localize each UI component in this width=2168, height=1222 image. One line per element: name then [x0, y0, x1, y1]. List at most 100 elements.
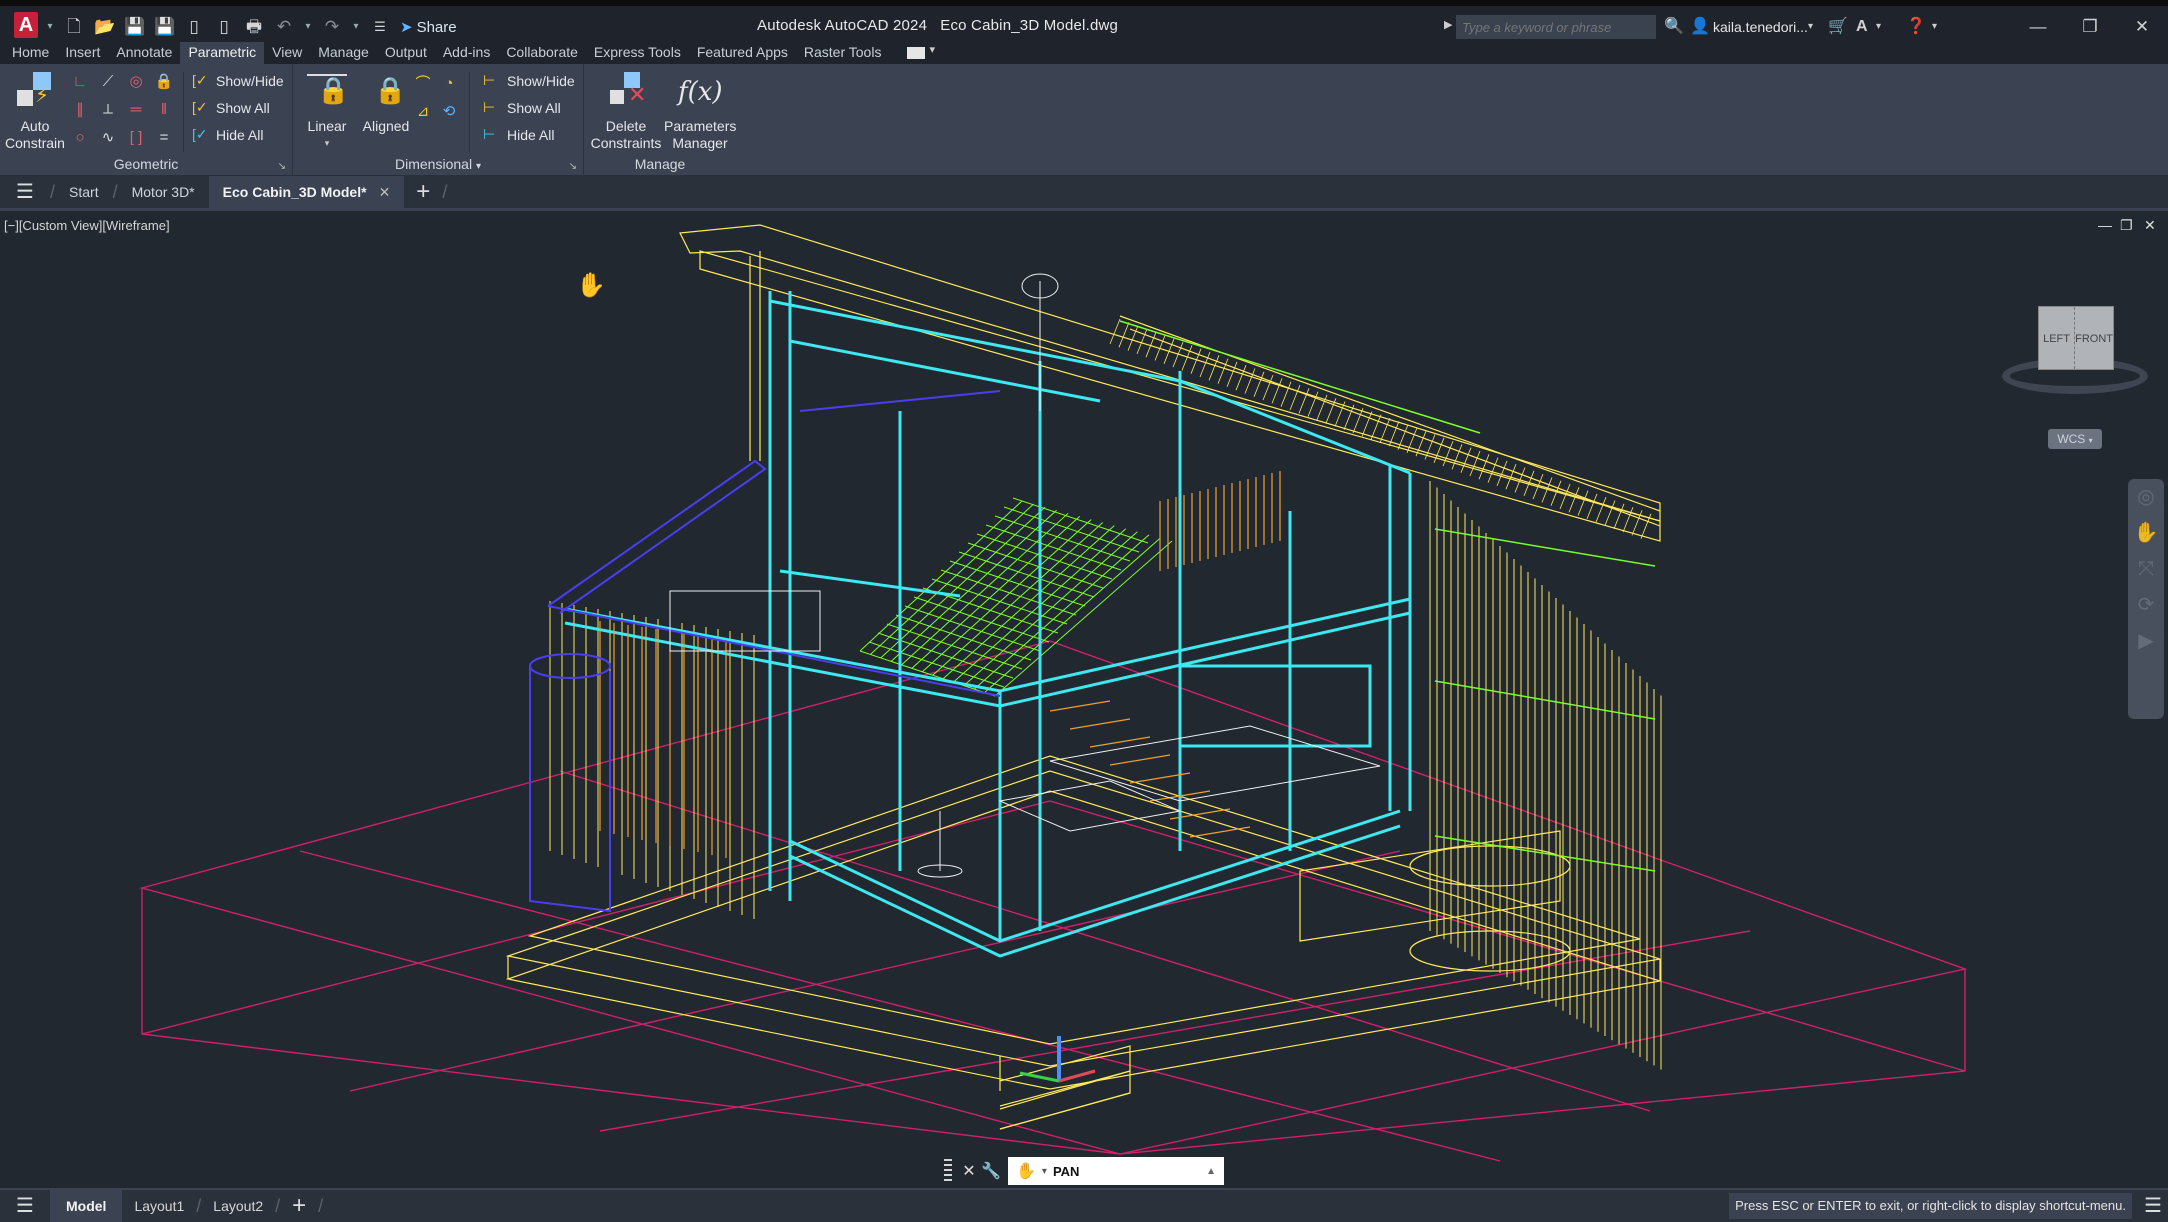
- new-layout-button[interactable]: +: [280, 1192, 318, 1220]
- user-dropdown-icon[interactable]: ▾: [1808, 15, 1813, 39]
- close-tab-icon[interactable]: ✕: [379, 184, 391, 200]
- command-line-close-icon[interactable]: ✕: [958, 1161, 980, 1181]
- radial-constraint-icon[interactable]: ◔: [439, 74, 459, 94]
- parameters-manager-button[interactable]: f(x) Parameters Manager: [664, 70, 736, 152]
- layout-tab-layout1[interactable]: Layout1: [122, 1190, 196, 1222]
- vertical-icon[interactable]: ‖: [154, 100, 174, 120]
- viewcube-left-face[interactable]: LEFT: [2039, 307, 2076, 369]
- file-tab-start[interactable]: Start: [55, 176, 113, 208]
- viewport-restore-icon[interactable]: ❐: [2120, 217, 2133, 234]
- search-expand-icon[interactable]: ▶: [1444, 18, 1452, 31]
- tab-insert[interactable]: Insert: [57, 42, 108, 64]
- save-icon[interactable]: 💾: [124, 17, 145, 37]
- new-icon[interactable]: 🗋: [64, 17, 84, 37]
- tab-raster-tools[interactable]: Raster Tools: [796, 42, 890, 64]
- plot-icon[interactable]: 🖶: [244, 17, 264, 37]
- tangent-icon[interactable]: ○: [70, 128, 90, 148]
- search-icon[interactable]: 🔍: [1664, 15, 1684, 39]
- linear-button[interactable]: 🔒 Linear ▾: [305, 70, 349, 152]
- perpendicular-icon[interactable]: ⟂: [98, 100, 118, 120]
- panel-title-dimensional[interactable]: Dimensional ▾: [293, 156, 583, 172]
- parallel-icon[interactable]: ∥: [70, 100, 90, 120]
- customize-qat-icon[interactable]: ☰: [370, 17, 390, 37]
- orbit-icon[interactable]: ⟳: [2128, 587, 2164, 623]
- angular-constraint-icon[interactable]: ⌒: [413, 74, 433, 94]
- command-line-grip[interactable]: [944, 1159, 952, 1183]
- cart-icon[interactable]: 🛒: [1828, 15, 1848, 39]
- command-input[interactable]: ✋ ▾ PAN ▲: [1008, 1157, 1224, 1185]
- viewport-close-icon[interactable]: ✕: [2144, 217, 2156, 234]
- dimensional-dialog-launcher-icon[interactable]: ↘: [569, 161, 577, 172]
- layout-tab-layout2[interactable]: Layout2: [201, 1190, 275, 1222]
- tab-parametric[interactable]: Parametric: [180, 42, 265, 64]
- command-history-icon[interactable]: ▲: [1206, 1166, 1216, 1177]
- file-tab-motor-3d[interactable]: Motor 3D*: [118, 176, 209, 208]
- geometric-dialog-launcher-icon[interactable]: ↘: [278, 161, 286, 172]
- help-icon[interactable]: ❓: [1906, 15, 1926, 39]
- help-dropdown-icon[interactable]: ▾: [1932, 15, 1937, 39]
- tab-collaborate[interactable]: Collaborate: [498, 42, 586, 64]
- tab-featured-apps[interactable]: Featured Apps: [689, 42, 796, 64]
- undo-icon[interactable]: ↶: [274, 17, 294, 37]
- open-from-mobile-icon[interactable]: ▯: [184, 17, 204, 37]
- viewport-controls-label[interactable]: [−][Custom View][Wireframe]: [4, 218, 170, 233]
- user-name[interactable]: kaila.tenedori...: [1713, 19, 1808, 35]
- tab-express-tools[interactable]: Express Tools: [586, 42, 689, 64]
- viewport-minimize-icon[interactable]: —: [2098, 217, 2112, 233]
- delete-constraints-button[interactable]: ✕ Delete Constraints: [590, 70, 662, 152]
- redo-dropdown-icon[interactable]: ▾: [352, 17, 360, 37]
- tab-annotate[interactable]: Annotate: [108, 42, 180, 64]
- diametric-constraint-icon[interactable]: ⊿: [413, 102, 433, 122]
- tab-output[interactable]: Output: [377, 42, 435, 64]
- status-bar-customize-icon[interactable]: ☰: [2144, 1193, 2162, 1219]
- steering-wheel-icon[interactable]: ◎: [2128, 479, 2164, 515]
- redo-icon[interactable]: ↷: [322, 17, 342, 37]
- layout-tab-model[interactable]: Model: [50, 1190, 123, 1222]
- autodesk-account-icon[interactable]: A: [1856, 15, 1868, 39]
- viewcube-front-face[interactable]: FRONT: [2075, 307, 2113, 369]
- layout-tabs-menu-icon[interactable]: ☰: [0, 1190, 50, 1222]
- restore-button[interactable]: ❐: [2070, 15, 2110, 39]
- auto-constrain-button[interactable]: ⚡ Auto Constrain: [4, 70, 66, 152]
- command-line-customize-icon[interactable]: 🔧: [980, 1161, 1002, 1181]
- showmotion-icon[interactable]: ▶: [2128, 623, 2164, 659]
- viewcube[interactable]: LEFT FRONT: [2000, 296, 2150, 406]
- save-to-mobile-icon[interactable]: ▯: [214, 17, 234, 37]
- geometric-show-all-button[interactable]: [✓ Show All: [192, 97, 270, 119]
- undo-dropdown-icon[interactable]: ▾: [304, 17, 312, 37]
- collinear-icon[interactable]: ⟋: [98, 72, 118, 92]
- linear-dropdown-icon[interactable]: ▾: [305, 135, 349, 152]
- convert-constraint-icon[interactable]: ⟲: [439, 102, 459, 122]
- equal-icon[interactable]: =: [154, 128, 174, 148]
- drawing-viewport[interactable]: [−][Custom View][Wireframe] — ❐ ✕ ✋ LEFT…: [0, 208, 2168, 1185]
- geometric-show-hide-button[interactable]: [✓ Show/Hide: [192, 70, 284, 92]
- fix-icon[interactable]: 🔒: [154, 72, 174, 92]
- tab-view[interactable]: View: [264, 42, 310, 64]
- share-button[interactable]: ➤ Share: [400, 18, 457, 37]
- tab-add-ins[interactable]: Add-ins: [435, 42, 498, 64]
- minimize-button[interactable]: —: [2018, 15, 2058, 39]
- tab-manage[interactable]: Manage: [310, 42, 377, 64]
- recent-commands-dropdown-icon[interactable]: ▾: [1042, 1166, 1047, 1177]
- save-as-icon[interactable]: 💾: [154, 17, 175, 37]
- coincident-icon[interactable]: ∟: [70, 72, 90, 92]
- dimensional-show-all-button[interactable]: ⊢ Show All: [483, 97, 561, 119]
- horizontal-icon[interactable]: ═: [126, 100, 146, 120]
- user-icon[interactable]: 👤: [1690, 15, 1710, 39]
- ribbon-display-toggle[interactable]: [907, 43, 935, 59]
- symmetric-icon[interactable]: [ ]: [126, 128, 146, 148]
- concentric-icon[interactable]: ◎: [126, 72, 146, 92]
- wcs-menu[interactable]: WCS ▾: [2048, 429, 2102, 449]
- account-dropdown-icon[interactable]: ▾: [1876, 15, 1881, 39]
- open-icon[interactable]: 📂: [94, 17, 115, 37]
- app-menu-dropdown-icon[interactable]: ▾: [46, 17, 54, 37]
- file-tabs-menu-icon[interactable]: ☰: [0, 176, 50, 208]
- new-tab-button[interactable]: +: [404, 178, 442, 206]
- search-input[interactable]: [1456, 15, 1656, 39]
- dimensional-hide-all-button[interactable]: ⊢ Hide All: [483, 124, 554, 146]
- close-button[interactable]: ✕: [2122, 15, 2162, 39]
- viewcube-box[interactable]: LEFT FRONT: [2038, 306, 2114, 370]
- zoom-extents-icon[interactable]: ⤧: [2128, 551, 2164, 587]
- smooth-icon[interactable]: ∿: [98, 128, 118, 148]
- file-tab-eco-cabin[interactable]: Eco Cabin_3D Model* ✕: [208, 176, 405, 208]
